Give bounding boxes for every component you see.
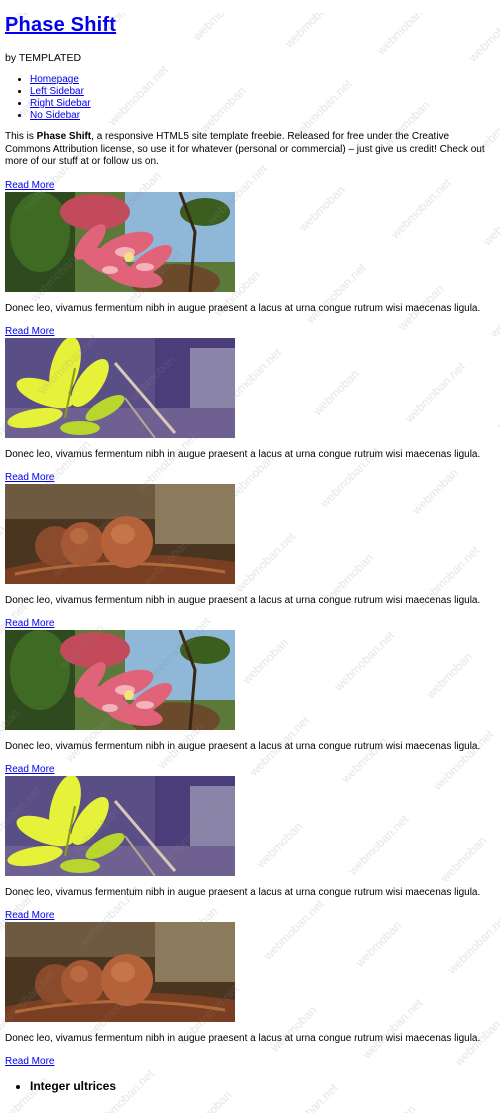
post-text: Donec leo, vivamus fermentum nibh in aug…	[5, 302, 481, 314]
read-more-link[interactable]: Read More	[5, 326, 495, 338]
byline: by TEMPLATED	[5, 52, 82, 64]
post: Read More Donec leo, vivamus fermentum n…	[5, 180, 495, 315]
post-text: Donec leo, vivamus fermentum nibh in aug…	[5, 594, 481, 606]
read-more-link[interactable]: Read More	[5, 618, 495, 630]
nav-item-right-sidebar: Right Sidebar	[30, 98, 495, 110]
read-more-link[interactable]: Read More	[5, 1056, 495, 1068]
intro-prefix: This is	[5, 131, 37, 142]
post-text: Donec leo, vivamus fermentum nibh in aug…	[5, 1032, 481, 1044]
site-title-link[interactable]: Phase Shift	[5, 14, 116, 36]
post: Read More Donec leo, vivamus fermentum n…	[5, 764, 495, 899]
post-text: Donec leo, vivamus fermentum nibh in aug…	[5, 740, 481, 752]
read-more-link[interactable]: Read More	[5, 180, 495, 192]
intro-bold: Phase Shift	[36, 131, 92, 142]
nav-item-no-sidebar: No Sidebar	[30, 110, 495, 122]
read-more-link[interactable]: Read More	[5, 910, 495, 922]
post: Read More Donec leo, vivamus fermentum n…	[5, 326, 495, 461]
nav-link-left-sidebar[interactable]: Left Sidebar	[30, 86, 84, 97]
nav-item-homepage: Homepage	[30, 74, 495, 86]
post-text: Donec leo, vivamus fermentum nibh in aug…	[5, 448, 481, 460]
post-image-pink-flower[interactable]	[5, 629, 235, 730]
bottom-list-item: Integer ultrices	[30, 1078, 495, 1094]
intro-paragraph: This is Phase Shift, a responsive HTML5 …	[5, 131, 490, 169]
post-image-brown-seeds[interactable]	[5, 483, 235, 584]
post-image-yellow-leaves[interactable]	[5, 775, 235, 876]
read-more-link[interactable]: Read More	[5, 764, 495, 776]
post: Read More Donec leo, vivamus fermentum n…	[5, 618, 495, 753]
nav-link-right-sidebar[interactable]: Right Sidebar	[30, 98, 91, 109]
read-more-link[interactable]: Read More	[5, 472, 495, 484]
bottom-list: Integer ultrices	[5, 1078, 495, 1094]
post-image-pink-flower[interactable]	[5, 191, 235, 292]
nav-link-no-sidebar[interactable]: No Sidebar	[30, 110, 80, 121]
site-title: Phase Shift	[5, 13, 495, 37]
post-text: Donec leo, vivamus fermentum nibh in aug…	[5, 886, 481, 898]
post: Read More Donec leo, vivamus fermentum n…	[5, 472, 495, 607]
post-image-brown-seeds[interactable]	[5, 921, 235, 1022]
post-image-yellow-leaves[interactable]	[5, 337, 235, 438]
post: Read More Donec leo, vivamus fermentum n…	[5, 910, 495, 1045]
page: Phase Shift by TEMPLATED Homepage Left S…	[0, 13, 500, 1094]
nav-item-left-sidebar: Left Sidebar	[30, 86, 495, 98]
nav-link-homepage[interactable]: Homepage	[30, 74, 79, 85]
main-nav: Homepage Left Sidebar Right Sidebar No S…	[5, 74, 495, 122]
